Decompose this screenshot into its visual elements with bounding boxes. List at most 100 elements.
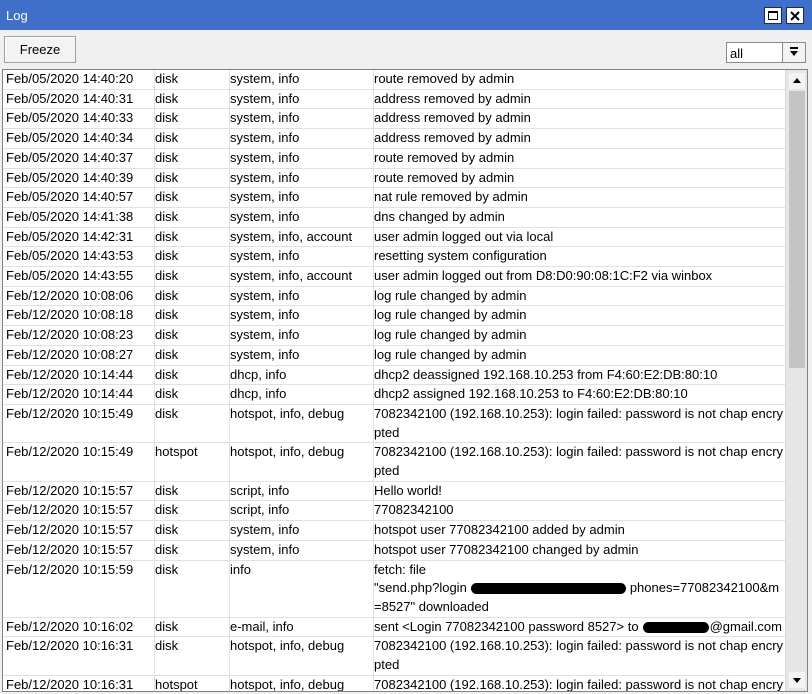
log-time: Feb/05/2020 14:40:57 [6,189,134,205]
freeze-button[interactable]: Freeze [4,36,76,63]
maximize-button[interactable] [764,7,782,24]
log-row[interactable]: Feb/12/2020 10:08:27 disk system, info log … [3,346,785,366]
log-row[interactable]: Feb/12/2020 10:08:06 disk system, info log … [3,287,785,307]
log-time: Feb/12/2020 10:16:02 [6,618,134,634]
log-message: address removed by admin [374,109,785,128]
log-row[interactable]: Feb/12/2020 10:15:59 disk info fetch: file "… [3,561,785,618]
log-message-text: sent <Login 77082342100 password 8527> t… [374,618,639,634]
log-topics: hotspot, info, debug [230,405,345,421]
redaction-mark [470,583,626,595]
log-buffer: disk [155,502,179,518]
scroll-up-button[interactable] [789,73,805,89]
log-row[interactable]: Feb/12/2020 10:08:23 disk system, info log … [3,326,785,346]
log-message-text: dhcp2 assigned 192.168.10.253 to F4:60:E… [374,386,688,402]
log-buffer: disk [155,386,179,402]
log-message: route removed by admin [374,149,785,168]
log-filter-select[interactable]: all [726,42,806,63]
log-row[interactable]: Feb/05/2020 14:40:33 disk system, info addr… [3,109,785,130]
log-buffer: disk [155,149,179,165]
log-row[interactable]: Feb/05/2020 14:40:31 disk system, info addr… [3,90,785,110]
log-buffer: disk [155,208,179,224]
log-message: Hello world! [374,482,785,501]
log-buffer: hotspot [155,444,198,460]
log-buffer: disk [155,130,179,146]
log-topics: system, info [230,307,300,323]
log-row[interactable]: Feb/12/2020 10:08:18 disk system, info log … [3,306,785,327]
log-message: log rule changed by admin [374,326,785,345]
log-row[interactable]: Feb/05/2020 14:41:38 disk system, info dns … [3,208,785,228]
log-message: 77082342100 [374,501,785,520]
log-message-text: fetch: file [374,561,427,577]
log-buffer: disk [155,327,179,343]
log-topics: system, info [230,189,300,205]
log-message-text: route removed by admin [374,169,515,185]
vertical-scrollbar[interactable] [785,70,807,691]
log-time: Feb/12/2020 10:14:44 [6,386,134,402]
log-time: Feb/12/2020 10:08:06 [6,287,134,303]
log-time: Feb/05/2020 14:43:55 [6,268,134,284]
log-row[interactable]: Feb/05/2020 14:40:34 disk system, info addr… [3,129,785,149]
log-message: resetting system configuration [374,247,785,266]
log-row[interactable]: Feb/05/2020 14:43:55 disk system, info, ac… [3,267,785,287]
log-message-text: route removed by admin [374,149,515,165]
log-buffer: disk [155,307,179,323]
log-row[interactable]: Feb/12/2020 10:15:49 disk hotspot, info, d… [3,405,785,444]
log-buffer: disk [155,189,179,205]
log-message-text: dhcp2 deassigned 192.168.10.253 from F4:… [374,366,718,382]
log-message: 7082342100 (192.168.10.253): login faile… [374,676,785,691]
log-buffer: disk [155,482,179,498]
log-message-text: dns changed by admin [374,208,505,224]
log-row[interactable]: Feb/05/2020 14:43:53 disk system, info rese… [3,247,785,268]
log-topics: system, info [230,149,300,165]
log-row[interactable]: Feb/12/2020 10:16:02 disk e-mail, info sent… [3,618,785,638]
log-buffer: disk [155,228,179,244]
log-buffer: disk [155,522,179,538]
log-message: 7082342100 (192.168.10.253): login faile… [374,405,785,442]
log-row[interactable]: Feb/12/2020 10:14:44 disk dhcp, info dhcp2 … [3,366,785,386]
log-topics: system, info [230,169,300,185]
log-buffer: disk [155,287,179,303]
log-buffer: disk [155,71,179,86]
log-message-text: log rule changed by admin [374,346,527,362]
log-message-text: log rule changed by admin [374,307,527,323]
log-row[interactable]: Feb/12/2020 10:15:49 hotspot hotspot, info… [3,443,785,482]
log-topics: hotspot, info, debug [230,638,345,654]
log-time: Feb/05/2020 14:40:33 [6,110,134,126]
log-row[interactable]: Feb/12/2020 10:15:57 disk system, info hots… [3,521,785,541]
close-button[interactable] [786,7,804,24]
log-row[interactable]: Feb/12/2020 10:15:57 disk script, info Hell… [3,482,785,502]
log-message-text: address removed by admin [374,90,531,106]
scroll-down-button[interactable] [789,672,805,688]
log-message-text: nat rule removed by admin [374,189,528,205]
log-message: route removed by admin [374,70,785,89]
log-buffer: disk [155,268,179,284]
toolbar: Freeze all [0,30,812,70]
log-message-text: hotspot user 77082342100 added by admin [374,522,625,538]
log-message: user admin logged out via local [374,228,785,247]
log-topics: system, info [230,522,300,538]
log-message-text: 7082342100 (192.168.10.253): login faile… [374,444,784,479]
log-row[interactable]: Feb/05/2020 14:42:31 disk system, info, ac… [3,228,785,248]
log-message-text: @gmail.com [709,618,782,634]
log-row[interactable]: Feb/12/2020 10:14:44 disk dhcp, info dhcp2 … [3,385,785,405]
log-list[interactable]: Feb/05/2020 14:40:20 disk system, info rout… [2,69,808,692]
log-message-text: address removed by admin [374,110,531,126]
log-topics: system, info [230,287,300,303]
log-rows: Feb/05/2020 14:40:20 disk system, info rout… [3,70,785,691]
scrollbar-thumb[interactable] [789,91,805,368]
log-message-text: phones=77082342100&m [629,580,780,596]
log-topics: e-mail, info [230,618,294,634]
log-row[interactable]: Feb/05/2020 14:40:57 disk system, info nat … [3,188,785,208]
close-icon [790,11,800,21]
arrow-down-icon [793,678,801,683]
log-row[interactable]: Feb/12/2020 10:16:31 hotspot hotspot, info… [3,676,785,691]
log-time: Feb/12/2020 10:15:57 [6,502,134,518]
log-row[interactable]: Feb/12/2020 10:15:57 disk script, info 7708… [3,501,785,522]
log-row[interactable]: Feb/12/2020 10:15:57 disk system, info hots… [3,541,785,561]
log-row[interactable]: Feb/12/2020 10:16:31 disk hotspot, info, d… [3,637,785,676]
filter-dropdown-button[interactable] [782,43,805,62]
log-row[interactable]: Feb/05/2020 14:40:37 disk system, info rout… [3,149,785,169]
log-row[interactable]: Feb/05/2020 14:40:39 disk system, info rout… [3,169,785,189]
log-topics: script, info [230,482,290,498]
log-row[interactable]: Feb/05/2020 14:40:20 disk system, info rout… [3,70,785,90]
